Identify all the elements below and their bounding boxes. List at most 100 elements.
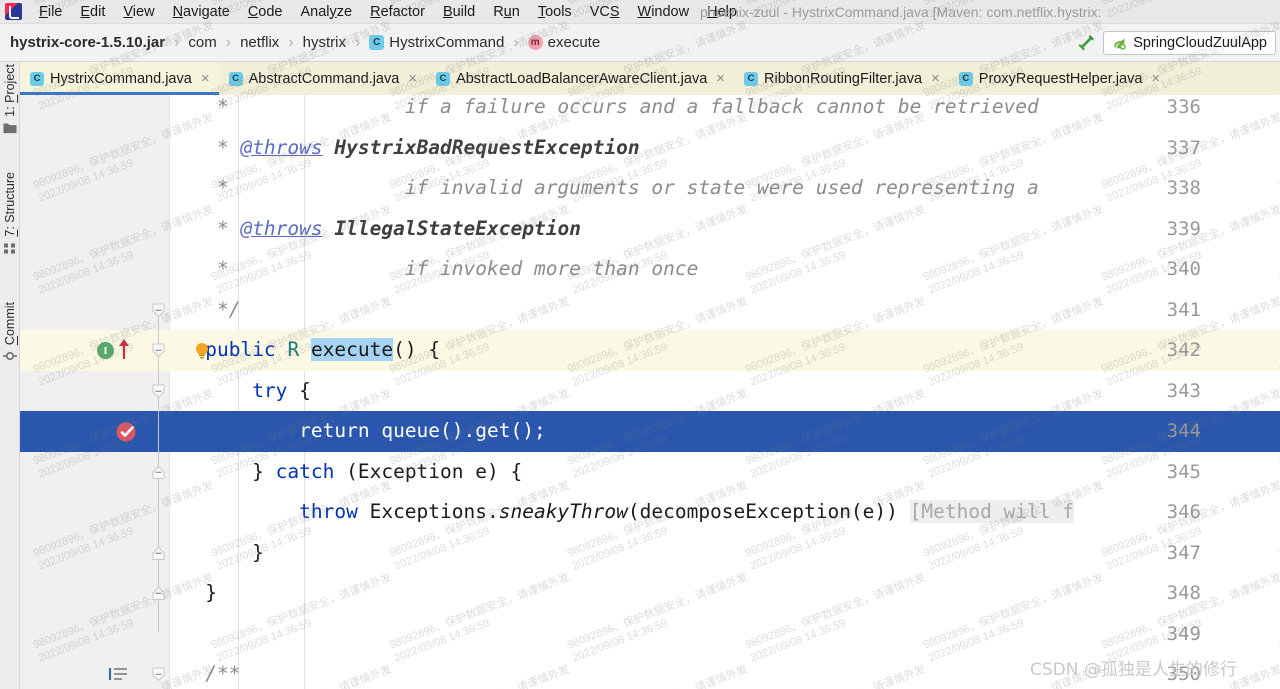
line-code: try { <box>170 371 311 412</box>
intention-bulb-icon[interactable] <box>192 341 212 366</box>
menu-label: Navigate <box>172 3 230 20</box>
line-code: } <box>170 533 264 574</box>
menu-label: Refactor <box>370 3 425 20</box>
fold-toggle-icon[interactable] <box>151 343 166 358</box>
editor-tab-abstractloadbalancerawareclient-java[interactable]: C AbstractLoadBalancerAwareClient.java × <box>426 62 735 95</box>
code-line-346[interactable]: 346 throw Exceptions.sneakyThrow(decompo… <box>20 492 1280 533</box>
run-configuration-selector[interactable]: SpringCloudZuulApp <box>1103 31 1276 55</box>
breadcrumb-separator: › <box>174 33 180 51</box>
code-line-337[interactable]: 337 * @throws HystrixBadRequestException <box>20 128 1280 169</box>
menu-item-run[interactable]: Run <box>484 1 529 23</box>
class-icon: C <box>228 71 243 86</box>
build-hammer-icon[interactable] <box>1075 32 1097 54</box>
breadcrumb-item-hystrix[interactable]: hystrix <box>301 33 348 52</box>
breadcrumb-label: netflix <box>240 34 280 51</box>
fold-toggle-icon[interactable] <box>151 586 166 601</box>
close-icon[interactable]: × <box>716 71 725 86</box>
code-line-341[interactable]: 341 */ <box>20 290 1280 331</box>
code-line-340[interactable]: 340 * if invoked more than once <box>20 249 1280 290</box>
line-number: 346 <box>1166 501 1201 523</box>
menu-label: File <box>39 3 63 20</box>
breadcrumb-label: hystrix <box>302 34 346 51</box>
sidebar-item-project[interactable]: 1: Project <box>0 64 20 139</box>
menu-label: Edit <box>80 3 106 20</box>
line-code: */ <box>170 290 241 331</box>
breadcrumb-separator: › <box>225 33 232 51</box>
menu-item-code[interactable]: Code <box>239 1 292 23</box>
override-arrow-icon[interactable] <box>117 338 131 365</box>
code-line-349[interactable]: 349 <box>20 614 1280 655</box>
editor-tab-proxyrequesthelper-java[interactable]: C ProxyRequestHelper.java × <box>948 62 1170 95</box>
code-token: (Exception e) { <box>334 459 523 483</box>
ide-window: File Edit View Navigate Code Analyze Refactor B… <box>0 0 1280 689</box>
code-token: Exceptions. <box>357 500 499 523</box>
editor-tab-hystrixcommand-java[interactable]: C HystrixCommand.java × <box>20 62 219 95</box>
code-line-344[interactable]: 344 return queue().get(); <box>20 411 1280 452</box>
fold-toggle-icon[interactable] <box>151 546 166 561</box>
javadoc-render-icon[interactable] <box>108 666 130 687</box>
close-icon[interactable]: × <box>408 71 417 86</box>
code-line-345[interactable]: 345 } catch (Exception e) { <box>20 452 1280 493</box>
window-title: phoenix-zuul - HystrixCommand.java [Mave… <box>700 4 1102 20</box>
intellij-idea-logo-icon <box>5 3 22 20</box>
fold-toggle-icon[interactable] <box>151 465 166 480</box>
editor-tab-ribbonroutingfilter-java[interactable]: C RibbonRoutingFilter.java × <box>734 62 949 95</box>
menu-item-edit[interactable]: Edit <box>71 1 114 23</box>
code-line-336[interactable]: 336 * if a failure occurs and a fallback… <box>20 95 1280 128</box>
menu-item-window[interactable]: Window <box>629 1 699 23</box>
menu-item-build[interactable]: Build <box>434 1 484 23</box>
code-line-348[interactable]: 348 } <box>20 573 1280 614</box>
menu-item-vcs[interactable]: VCS <box>581 1 629 23</box>
menu-item-file[interactable]: File <box>30 1 71 23</box>
code-token: try <box>252 378 288 402</box>
breadcrumb-separator: › <box>513 33 519 51</box>
menu-item-view[interactable]: View <box>114 1 163 23</box>
line-number: 342 <box>1166 339 1201 361</box>
breakpoint-verified-icon[interactable] <box>115 420 139 449</box>
navbar-right-controls: SpringCloudZuulApp <box>1075 24 1280 62</box>
breadcrumb-label: HystrixCommand <box>389 34 505 51</box>
code-token: public <box>205 338 276 361</box>
fold-toggle-icon[interactable] <box>151 303 166 318</box>
breadcrumb-item-execute[interactable]: m execute <box>526 33 603 52</box>
sidebar-item-structure[interactable]: 7: Structure <box>0 172 20 259</box>
code-token: @throws <box>240 135 323 159</box>
csdn-watermark: CSDN @孤独是人生的修行 <box>1030 660 1237 680</box>
code-editor[interactable]: 336 * if a failure occurs and a fallback… <box>20 95 1280 689</box>
code-token: R <box>287 338 300 361</box>
tab-label: RibbonRoutingFilter.java <box>764 70 923 87</box>
implementation-marker-icon[interactable]: I <box>97 342 114 359</box>
sidebar-item-commit[interactable]: Commit <box>0 302 20 368</box>
close-icon[interactable]: × <box>201 71 210 86</box>
line-number: 345 <box>1166 460 1201 483</box>
breadcrumb-item-com[interactable]: com <box>186 33 218 52</box>
menu-item-refactor[interactable]: Refactor <box>361 1 434 23</box>
menu-item-tools[interactable]: Tools <box>529 1 581 23</box>
line-code: * @throws IllegalStateException <box>170 209 581 250</box>
close-icon[interactable]: × <box>931 71 940 86</box>
code-token: queue().get(); <box>369 419 546 442</box>
breadcrumb-item-hystrix-core-1-5-10-jar[interactable]: hystrix-core-1.5.10.jar <box>8 33 167 52</box>
code-line-347[interactable]: 347 } <box>20 533 1280 574</box>
code-line-343[interactable]: 343 try { <box>20 371 1280 412</box>
line-number: 341 <box>1166 298 1201 321</box>
editor-tab-abstractcommand-java[interactable]: C AbstractCommand.java × <box>218 62 427 95</box>
fold-toggle-icon[interactable] <box>151 667 166 682</box>
line-number: 336 <box>1166 96 1201 118</box>
fold-toggle-icon[interactable] <box>151 384 166 399</box>
spring-boot-icon <box>1112 36 1127 51</box>
menu-item-navigate[interactable]: Navigate <box>164 1 239 23</box>
code-token: * <box>170 95 241 118</box>
code-token: */ <box>170 297 241 321</box>
code-line-338[interactable]: 338 * if invalid arguments or state were… <box>20 168 1280 209</box>
breadcrumb-item-hystrixcommand[interactable]: C HystrixCommand <box>367 33 506 52</box>
line-number: 338 <box>1166 177 1201 199</box>
breadcrumb-item-netflix[interactable]: netflix <box>238 33 281 52</box>
code-token: * <box>170 176 241 199</box>
menu-label: Code <box>247 3 283 20</box>
close-icon[interactable]: × <box>1151 71 1160 86</box>
menu-item-analyze[interactable]: Analyze <box>292 1 362 23</box>
code-token: execute <box>310 338 394 361</box>
code-line-339[interactable]: 339 * @throws IllegalStateException <box>20 209 1280 250</box>
